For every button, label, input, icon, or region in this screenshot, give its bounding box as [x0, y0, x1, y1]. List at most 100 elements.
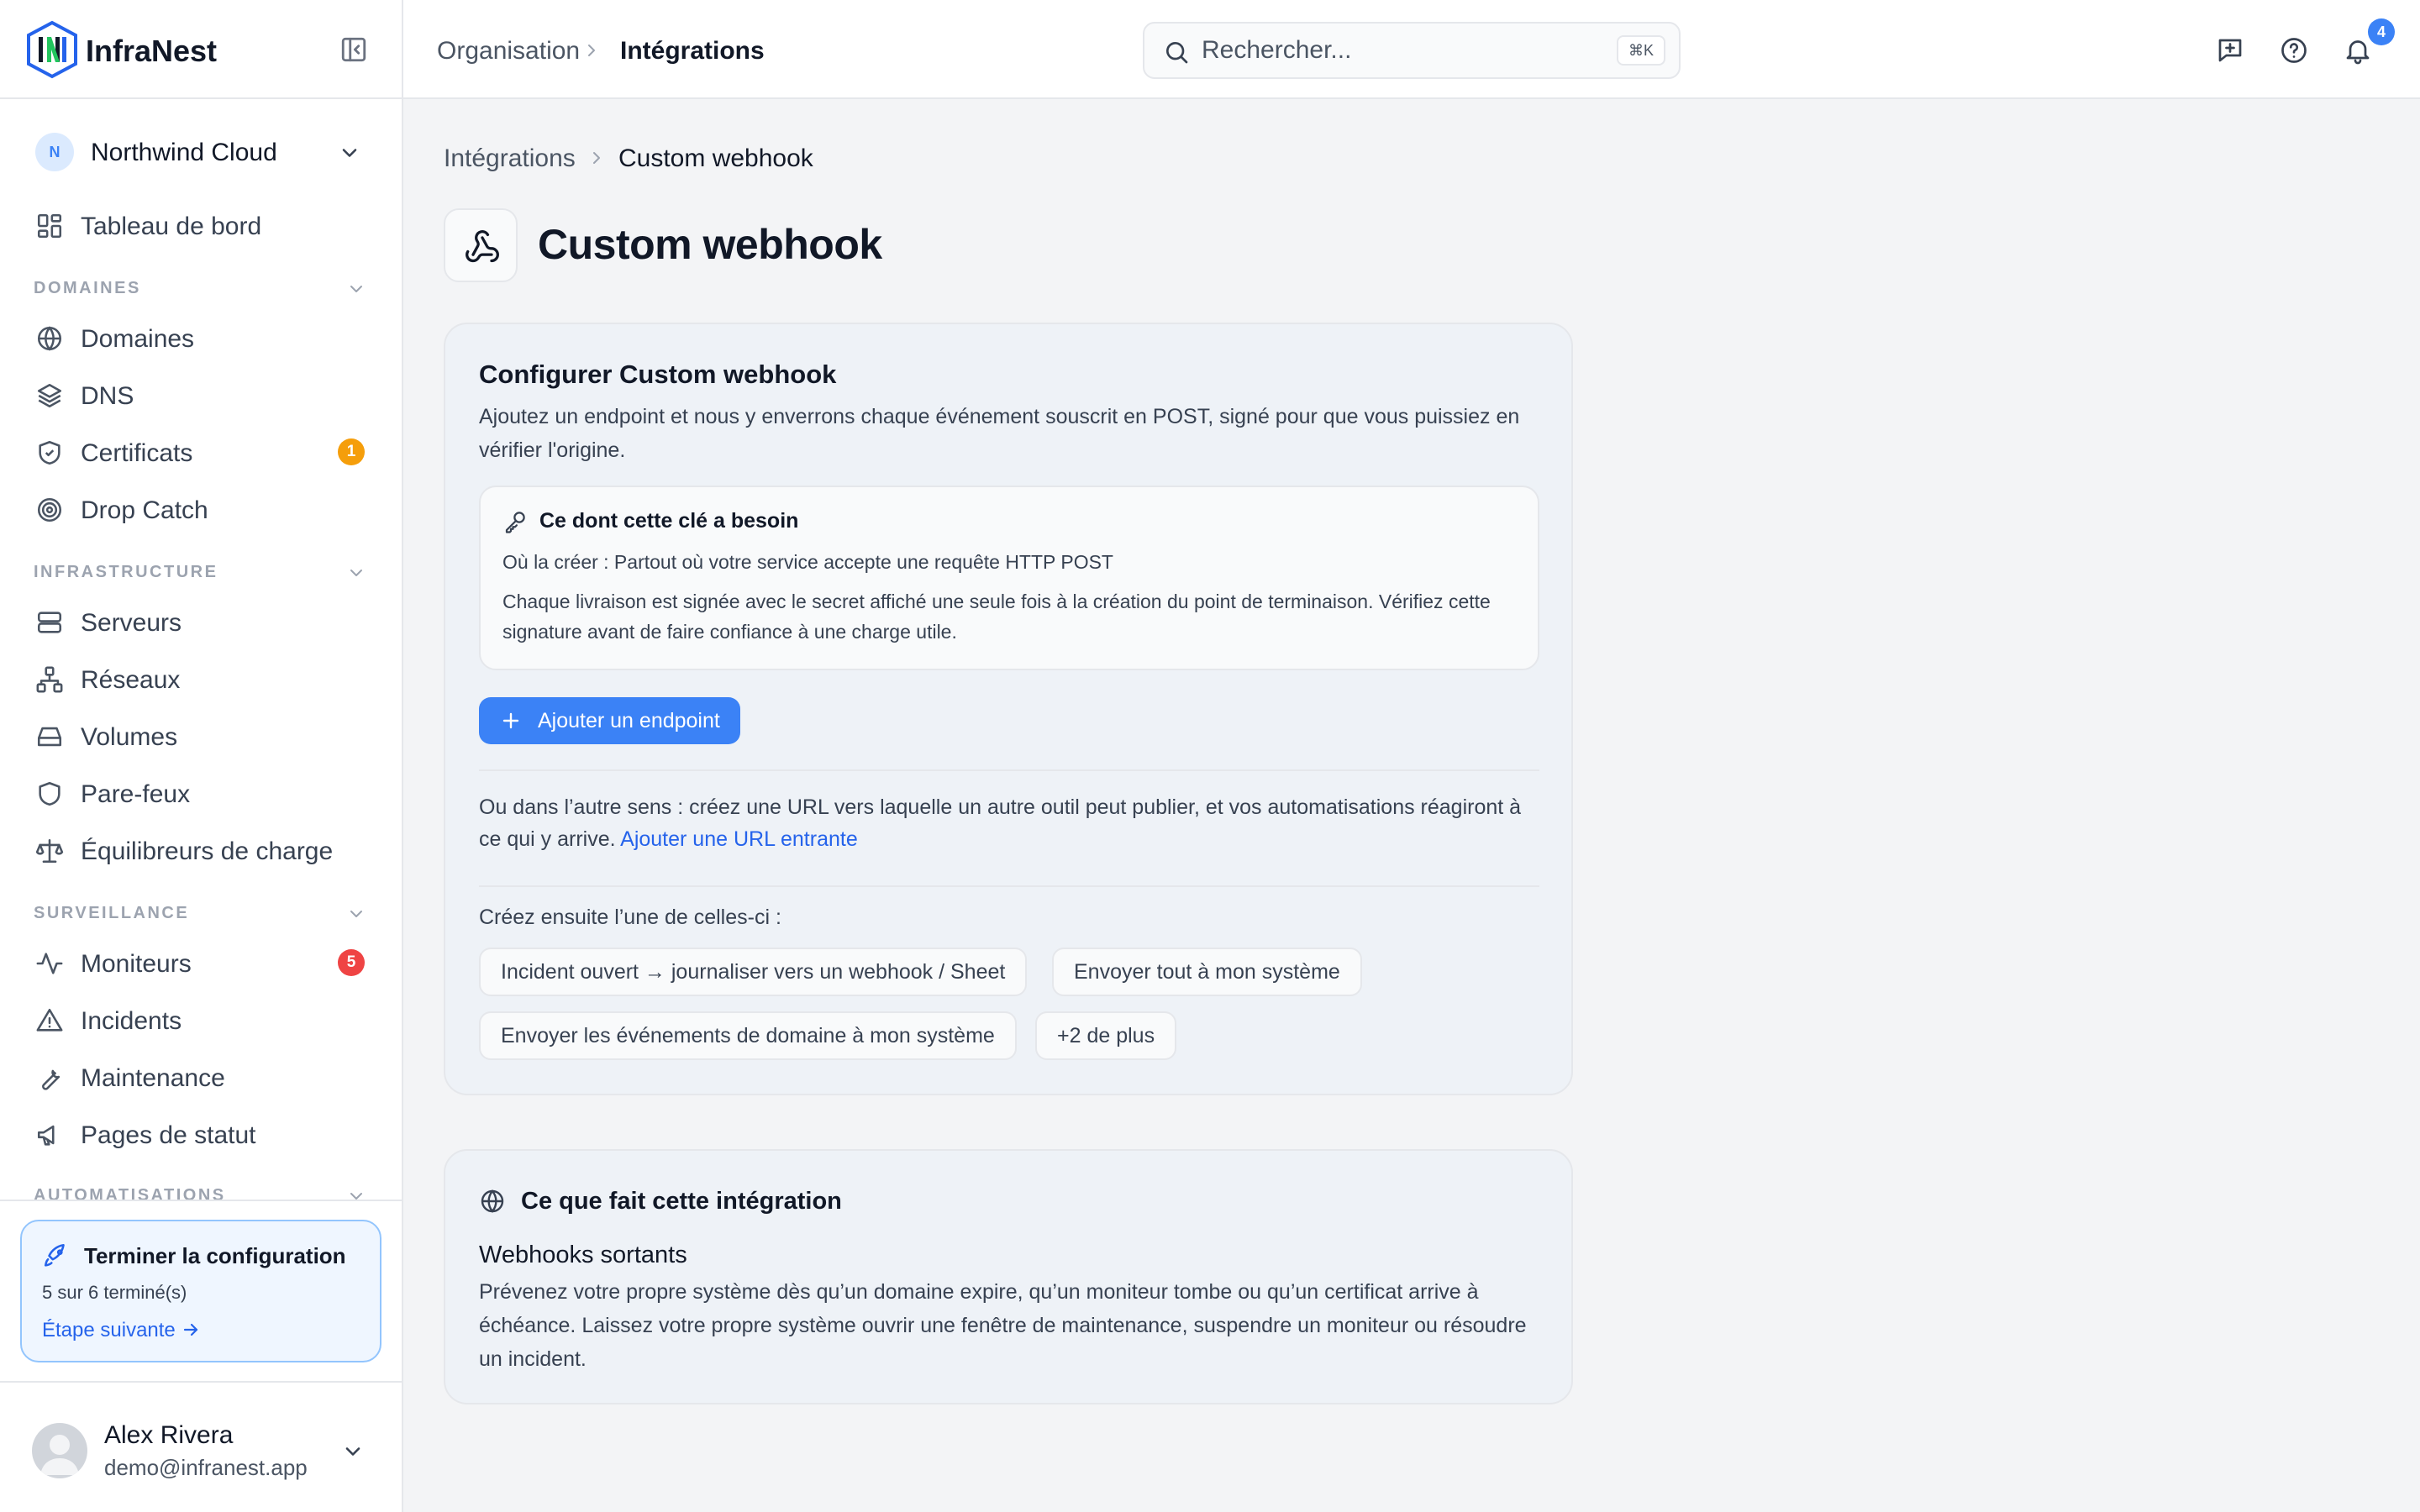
setup-progress-card[interactable]: Terminer la configuration 5 sur 6 termin… [20, 1220, 381, 1362]
sidebar-item-label: Domaines [81, 325, 195, 353]
shield-check-icon [39, 440, 60, 465]
template-chip[interactable]: Incident ouvert → journaliser vers un we… [479, 948, 1028, 996]
avatar [32, 1423, 87, 1478]
search-icon [1166, 42, 1188, 64]
target-icon [37, 497, 62, 522]
chevron-down-icon[interactable] [346, 563, 366, 583]
chevron-down-icon [345, 1447, 360, 1456]
server-icon [37, 612, 62, 633]
network-icon [36, 666, 63, 693]
dashboard-icon [37, 213, 62, 239]
breadcrumb-current: Custom webhook [618, 144, 813, 172]
setup-progress-text: 5 sur 6 terminé(s) [42, 1282, 187, 1303]
search-box[interactable]: ⌘K [1143, 22, 1681, 79]
user-name: Alex Rivera [104, 1421, 234, 1449]
sidebar-divider [0, 1200, 402, 1201]
sidebar-item-reseaux[interactable]: Réseaux [34, 655, 378, 702]
sidebar-item-moniteurs[interactable]: Moniteurs 5 [34, 939, 378, 986]
template-chip[interactable]: Envoyer tout à mon système [1052, 948, 1362, 996]
about-description: Prévenez votre propre système dès qu’un … [479, 1280, 1527, 1371]
add-endpoint-button[interactable]: Ajouter un endpoint [479, 697, 740, 744]
sidebar-item-pare-feux[interactable]: Pare-feux [34, 769, 378, 816]
plus-icon [502, 712, 519, 729]
requirements-where: Où la créer : Partout où votre service a… [502, 551, 1113, 573]
requirements-title: Ce dont cette clé a besoin [539, 509, 799, 533]
section-label-automatisations: AUTOMATISATIONS [34, 1186, 226, 1200]
template-chip[interactable]: Envoyer les événements de domaine à mon … [479, 1011, 1017, 1060]
sidebar-item-incidents[interactable]: Incidents [34, 996, 378, 1043]
section-label-domaines: DOMAINES [34, 279, 141, 297]
moniteurs-count-badge: 5 [338, 949, 365, 976]
add-inbound-url-link[interactable]: Ajouter une URL entrante [620, 827, 858, 851]
sidebar-collapse-icon[interactable] [339, 35, 368, 64]
activity-icon [36, 953, 63, 974]
rocket-icon [44, 1243, 65, 1267]
chevron-down-icon [342, 149, 357, 157]
infranest-logo-icon [27, 20, 77, 79]
breadcrumb-integrations-link[interactable]: Intégrations [444, 144, 576, 173]
sidebar-item-dns[interactable]: DNS [34, 371, 378, 418]
app-root: InfraNest N Northwind Cloud Tableau de b… [0, 0, 2420, 1512]
webhook-icon [466, 230, 499, 263]
layers-icon [37, 383, 62, 408]
sidebar-item-label: DNS [81, 382, 134, 410]
sidebar-item-label: Tableau de bord [81, 213, 262, 240]
sidebar-item-certificats[interactable]: Certificats 1 [34, 428, 378, 475]
sidebar-item-domaines[interactable]: Domaines [34, 314, 378, 361]
arrow-right-icon [183, 1323, 197, 1336]
sidebar-item-label: Réseaux [81, 666, 181, 694]
certificats-count-badge: 1 [338, 438, 365, 465]
sidebar-item-label: Volumes [81, 723, 178, 751]
sidebar-item-pages-de-statut[interactable]: Pages de statut [34, 1110, 378, 1158]
user-email: demo@infranest.app [104, 1455, 308, 1480]
page-title: Custom webhook [538, 221, 882, 268]
globe-icon [37, 326, 62, 351]
sidebar-item-equilibreurs[interactable]: Équilibreurs de charge [34, 827, 378, 874]
chevron-right-icon [588, 45, 595, 56]
inbound-hint: Ou dans l’autre sens : créez une URL ver… [479, 791, 1546, 855]
help-icon[interactable] [2279, 35, 2309, 66]
search-input[interactable] [1202, 32, 1605, 69]
sidebar-item-label: Certificats [81, 439, 193, 467]
more-templates-chip[interactable]: +2 de plus [1035, 1011, 1177, 1060]
requirements-box: Ce dont cette clé a besoin Où la créer :… [479, 486, 1539, 670]
about-title: Ce que fait cette intégration [521, 1188, 842, 1215]
sidebar-item-maintenance[interactable]: Maintenance [34, 1053, 378, 1100]
sidebar-item-label: Pages de statut [81, 1121, 256, 1149]
configure-description: Ajoutez un endpoint et nous y enverrons … [479, 405, 1520, 462]
brand-name: InfraNest [86, 34, 218, 68]
sidebar-item-serveurs[interactable]: Serveurs [34, 598, 378, 645]
breadcrumb-organisation[interactable]: Organisation [437, 37, 580, 66]
scale-icon [35, 838, 64, 864]
brand-header: InfraNest [0, 0, 402, 99]
megaphone-icon [37, 1125, 55, 1146]
sidebar-item-label: Drop Catch [81, 496, 208, 524]
notification-count-badge: 4 [2368, 18, 2395, 45]
divider [479, 885, 1539, 887]
section-label-surveillance: SURVEILLANCE [34, 904, 190, 922]
sidebar: InfraNest N Northwind Cloud Tableau de b… [0, 0, 403, 1512]
sidebar-item-dashboard[interactable]: Tableau de bord [34, 202, 378, 249]
chevron-down-icon[interactable] [346, 279, 366, 299]
about-card: Ce que fait cette intégration Webhooks s… [444, 1149, 1573, 1404]
chevron-down-icon[interactable] [346, 1186, 366, 1200]
search-shortcut: ⌘K [1617, 35, 1666, 66]
requirements-detail: Chaque livraison est signée avec le secr… [502, 591, 1491, 643]
integration-logo [444, 208, 518, 282]
bell-icon[interactable] [2343, 35, 2373, 66]
chevron-down-icon[interactable] [346, 904, 366, 924]
sidebar-item-label: Maintenance [81, 1064, 225, 1092]
topbar: Organisation Intégrations ⌘K 4 [403, 0, 2420, 99]
sidebar-item-volumes[interactable]: Volumes [34, 712, 378, 759]
sidebar-item-label: Serveurs [81, 609, 182, 637]
org-switcher[interactable]: N Northwind Cloud [18, 128, 380, 178]
feedback-icon[interactable] [2215, 35, 2245, 66]
divider [479, 769, 1539, 771]
sidebar-item-drop-catch[interactable]: Drop Catch [34, 486, 378, 533]
user-menu[interactable]: Alex Rivera demo@infranest.app [0, 1381, 402, 1512]
key-icon [505, 512, 525, 533]
next-step-link[interactable]: Étape suivante [42, 1319, 201, 1342]
sidebar-item-label: Incidents [81, 1007, 182, 1035]
configure-title: Configurer Custom webhook [479, 360, 837, 389]
shield-icon [39, 781, 60, 806]
